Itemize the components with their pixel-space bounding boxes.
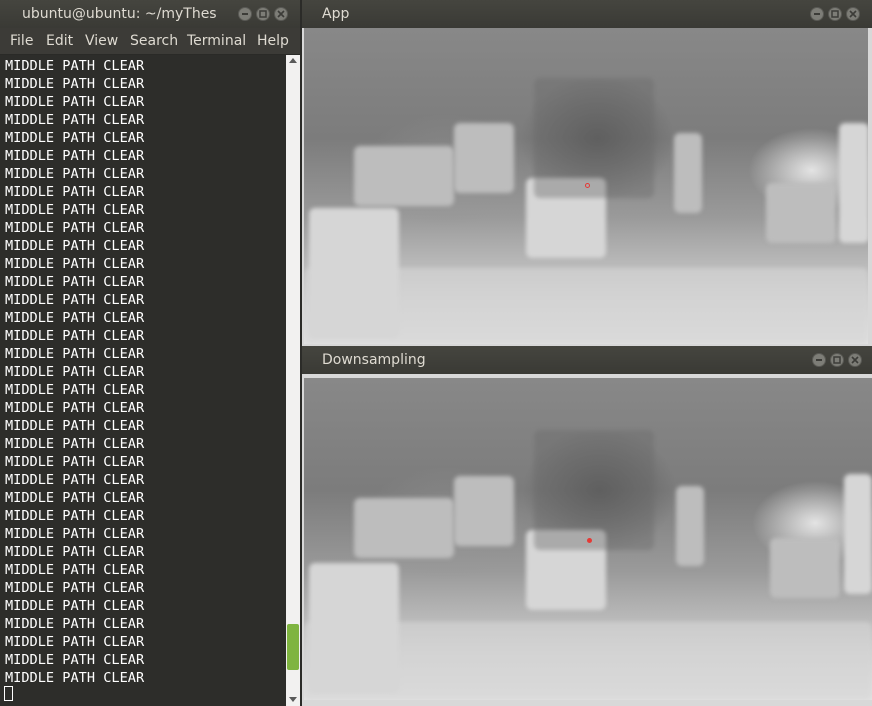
terminal-line: MIDDLE PATH CLEAR bbox=[5, 58, 145, 74]
terminal-menubar: File Edit View Search Terminal Help bbox=[0, 28, 300, 55]
scroll-thumb[interactable] bbox=[287, 624, 299, 670]
terminal-line: MIDDLE PATH CLEAR bbox=[5, 400, 145, 416]
terminal-line: MIDDLE PATH CLEAR bbox=[5, 472, 145, 488]
minimize-icon[interactable] bbox=[812, 353, 826, 367]
terminal-line: MIDDLE PATH CLEAR bbox=[5, 184, 145, 200]
terminal-line: MIDDLE PATH CLEAR bbox=[5, 562, 145, 578]
scroll-down-icon[interactable] bbox=[289, 697, 297, 702]
close-icon[interactable] bbox=[848, 353, 862, 367]
tracking-marker bbox=[585, 183, 590, 188]
terminal-line: MIDDLE PATH CLEAR bbox=[5, 166, 145, 182]
terminal-line: MIDDLE PATH CLEAR bbox=[5, 328, 145, 344]
terminal-line: MIDDLE PATH CLEAR bbox=[5, 544, 145, 560]
downsampling-window[interactable]: Downsampling bbox=[302, 346, 872, 706]
terminal-line: MIDDLE PATH CLEAR bbox=[5, 346, 145, 362]
minimize-icon[interactable] bbox=[810, 7, 824, 21]
app-window[interactable]: App bbox=[302, 0, 872, 346]
menu-edit[interactable]: Edit bbox=[46, 28, 73, 55]
terminal-line: MIDDLE PATH CLEAR bbox=[5, 652, 145, 668]
terminal-line: MIDDLE PATH CLEAR bbox=[5, 436, 145, 452]
terminal-line: MIDDLE PATH CLEAR bbox=[5, 94, 145, 110]
terminal-line: MIDDLE PATH CLEAR bbox=[5, 112, 145, 128]
close-icon[interactable] bbox=[846, 7, 860, 21]
menu-search[interactable]: Search bbox=[130, 28, 178, 55]
minimize-icon[interactable] bbox=[238, 7, 252, 21]
menu-view[interactable]: View bbox=[85, 28, 118, 55]
terminal-line: MIDDLE PATH CLEAR bbox=[5, 274, 145, 290]
terminal-line: MIDDLE PATH CLEAR bbox=[5, 598, 145, 614]
app-titlebar[interactable]: App bbox=[302, 0, 872, 28]
terminal-window[interactable]: ubuntu@ubuntu: ~/myThes File Edit View S… bbox=[0, 0, 300, 706]
terminal-cursor bbox=[4, 686, 13, 701]
terminal-line: MIDDLE PATH CLEAR bbox=[5, 310, 145, 326]
terminal-titlebar[interactable]: ubuntu@ubuntu: ~/myThes bbox=[0, 0, 300, 28]
terminal-line: MIDDLE PATH CLEAR bbox=[5, 292, 145, 308]
tracking-marker bbox=[587, 538, 592, 543]
terminal-line: MIDDLE PATH CLEAR bbox=[5, 256, 145, 272]
terminal-line: MIDDLE PATH CLEAR bbox=[5, 670, 145, 686]
maximize-icon[interactable] bbox=[830, 353, 844, 367]
terminal-line: MIDDLE PATH CLEAR bbox=[5, 580, 145, 596]
terminal-line: MIDDLE PATH CLEAR bbox=[5, 508, 145, 524]
terminal-line: MIDDLE PATH CLEAR bbox=[5, 76, 145, 92]
downsampling-window-title: Downsampling bbox=[322, 352, 426, 368]
menu-help[interactable]: Help bbox=[257, 28, 289, 55]
terminal-line: MIDDLE PATH CLEAR bbox=[5, 130, 145, 146]
terminal-line: MIDDLE PATH CLEAR bbox=[5, 634, 145, 650]
terminal-line: MIDDLE PATH CLEAR bbox=[5, 238, 145, 254]
terminal-line: MIDDLE PATH CLEAR bbox=[5, 616, 145, 632]
maximize-icon[interactable] bbox=[828, 7, 842, 21]
downsampling-titlebar[interactable]: Downsampling bbox=[302, 346, 872, 374]
terminal-line: MIDDLE PATH CLEAR bbox=[5, 220, 145, 236]
app-window-title: App bbox=[322, 6, 350, 22]
menu-file[interactable]: File bbox=[10, 28, 33, 55]
terminal-lines: MIDDLE PATH CLEAR MIDDLE PATH CLEAR MIDDLE… bbox=[5, 57, 144, 687]
terminal-line: MIDDLE PATH CLEAR bbox=[5, 364, 145, 380]
terminal-line: MIDDLE PATH CLEAR bbox=[5, 526, 145, 542]
terminal-output[interactable]: MIDDLE PATH CLEAR MIDDLE PATH CLEAR MIDDLE… bbox=[0, 55, 286, 706]
terminal-title: ubuntu@ubuntu: ~/myThes bbox=[22, 6, 217, 22]
maximize-icon[interactable] bbox=[256, 7, 270, 21]
terminal-line: MIDDLE PATH CLEAR bbox=[5, 382, 145, 398]
terminal-line: MIDDLE PATH CLEAR bbox=[5, 454, 145, 470]
terminal-line: MIDDLE PATH CLEAR bbox=[5, 490, 145, 506]
downsampling-depth-image[interactable] bbox=[304, 378, 872, 700]
terminal-line: MIDDLE PATH CLEAR bbox=[5, 148, 145, 164]
terminal-scrollbar[interactable] bbox=[286, 55, 300, 706]
scroll-up-icon[interactable] bbox=[289, 58, 297, 63]
menu-terminal[interactable]: Terminal bbox=[187, 28, 246, 55]
app-depth-image[interactable] bbox=[304, 28, 868, 344]
terminal-line: MIDDLE PATH CLEAR bbox=[5, 418, 145, 434]
close-icon[interactable] bbox=[274, 7, 288, 21]
terminal-line: MIDDLE PATH CLEAR bbox=[5, 202, 145, 218]
